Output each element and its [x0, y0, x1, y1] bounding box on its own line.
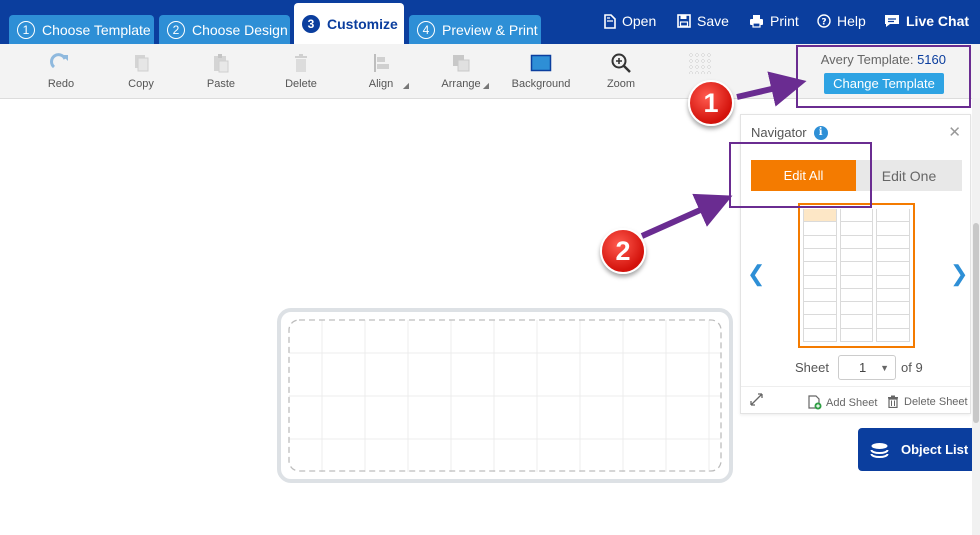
callout-arrow-1 — [736, 71, 807, 107]
callout-badge-1: 1 — [688, 80, 734, 126]
callout-arrow-2 — [640, 193, 733, 239]
callout-arrows — [640, 71, 807, 239]
callout-badge-2: 2 — [600, 228, 646, 274]
